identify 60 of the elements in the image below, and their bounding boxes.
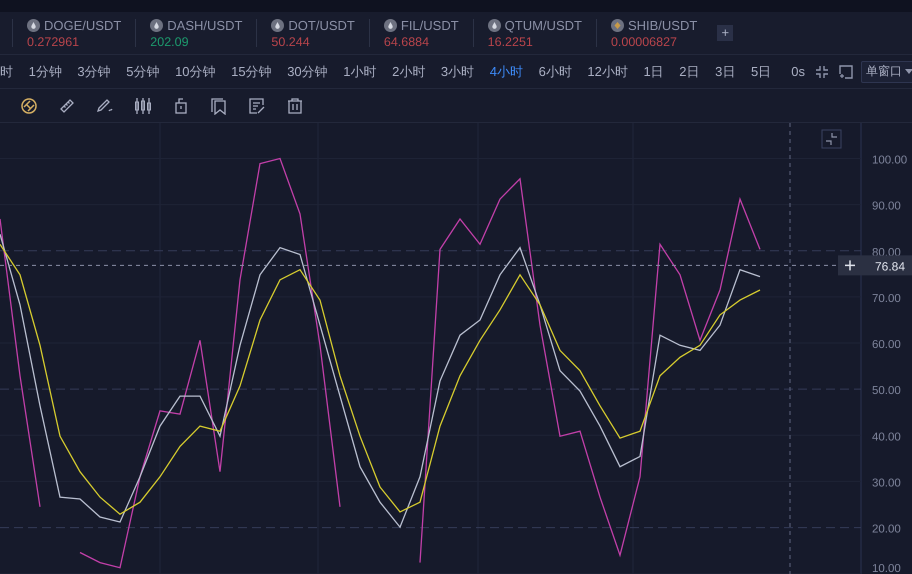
coin-icon — [610, 18, 624, 32]
interval-tab[interactable]: 3分钟 — [77, 62, 111, 80]
pen-icon[interactable] — [96, 96, 114, 114]
countdown-text: 0s — [791, 64, 805, 79]
interval-tab[interactable]: 6小时 — [538, 62, 572, 80]
interval-tab[interactable]: 1日 — [643, 62, 664, 80]
axis-label: 20.00 — [872, 524, 901, 536]
trash-icon[interactable] — [286, 96, 304, 114]
interval-tab[interactable]: 3小时 — [440, 62, 474, 80]
window-mode-dropdown[interactable]: 单窗口 — [861, 60, 912, 82]
axis-label: 90.00 — [872, 200, 901, 213]
ticker-price: 50.244 — [271, 34, 311, 48]
interval-tab[interactable]: 5日 — [750, 62, 772, 80]
interval-tab[interactable]: 时 — [0, 62, 13, 80]
coin-icon — [271, 18, 284, 32]
interval-tab[interactable]: 12小时 — [587, 62, 628, 80]
interval-tab[interactable]: 2小时 — [392, 62, 426, 80]
axis-label: 100.00 — [872, 154, 908, 167]
ticker-price: 202.09 — [150, 34, 190, 48]
ticker-symbol[interactable]: DOGE/USDT — [44, 18, 122, 32]
ticker-symbol[interactable]: FIL/USDT — [400, 18, 459, 32]
interval-tab[interactable]: 5分钟 — [126, 62, 160, 80]
screenshot-icon[interactable] — [839, 64, 853, 78]
interval-tab[interactable]: 2日 — [679, 62, 700, 80]
ticker-symbol[interactable]: DOT/USDT — [288, 18, 355, 32]
coin-icon — [150, 18, 164, 32]
ticker-price: 64.6884 — [384, 34, 430, 48]
caret-icon — [905, 68, 912, 74]
ruler-icon[interactable] — [58, 96, 76, 114]
interval-tab[interactable]: 3日 — [715, 62, 736, 80]
interval-tab[interactable]: 4小时 — [490, 62, 523, 80]
axis-label: 60.00 — [872, 339, 901, 352]
collapse-icon[interactable] — [815, 64, 829, 78]
ticker-symbol[interactable]: SHIB/USDT — [628, 18, 698, 32]
axis-label: 50.00 — [872, 385, 901, 398]
interval-tab[interactable]: 1分钟 — [28, 62, 62, 80]
ticker-price: 0.00006827 — [610, 34, 678, 48]
axis-label: 70.00 — [872, 292, 901, 305]
axis-label: 40.00 — [872, 431, 901, 444]
magnet-icon[interactable] — [20, 96, 38, 114]
interval-tab[interactable]: 30分钟 — [287, 62, 328, 80]
interval-tab[interactable]: 15分钟 — [231, 62, 272, 80]
collapse-icon[interactable] — [822, 130, 842, 148]
coin-icon — [27, 18, 40, 32]
ticker-price: 0.272961 — [27, 34, 80, 48]
interval-tab[interactable]: 10分钟 — [175, 62, 216, 80]
crosshair-value: 76.84 — [875, 259, 906, 274]
add-icon[interactable] — [844, 260, 856, 272]
note-icon[interactable] — [248, 96, 266, 114]
coin-icon — [384, 18, 397, 32]
interval-tab[interactable]: 1小时 — [343, 62, 376, 80]
candlestick-icon[interactable] — [134, 96, 152, 114]
ticker-symbol[interactable]: QTUM/USDT — [504, 18, 582, 32]
coin-icon — [488, 18, 501, 32]
axis-label: 30.00 — [872, 477, 901, 490]
ticker-symbol[interactable]: DASH/USDT — [167, 18, 242, 32]
bookmark-icon[interactable] — [210, 96, 228, 114]
ticker-price: 16.2251 — [488, 34, 534, 48]
add-ticker-button[interactable]: + — [717, 25, 734, 41]
axis-label: 10.00 — [872, 563, 901, 574]
